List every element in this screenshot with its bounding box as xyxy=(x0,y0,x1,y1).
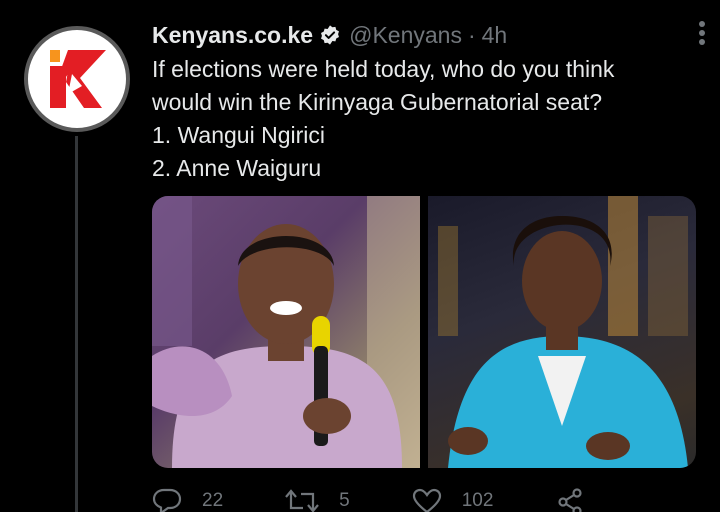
reply-count: 22 xyxy=(202,490,224,511)
photo-left[interactable] xyxy=(152,196,420,468)
tweet-header: Kenyans.co.ke @Kenyans · 4h xyxy=(152,18,702,52)
more-options-icon[interactable] xyxy=(698,20,706,51)
tweet-text: If elections were held today, who do you… xyxy=(152,53,702,185)
tweet-actions: 22 5 102 xyxy=(152,488,622,512)
like-button[interactable]: 102 xyxy=(412,488,494,512)
avatar-column xyxy=(24,26,130,132)
tweet-text-line: 1. Wangui Ngirici xyxy=(152,122,325,148)
like-count: 102 xyxy=(461,490,494,511)
verified-badge-icon xyxy=(319,24,341,46)
separator-dot: · xyxy=(467,21,476,48)
retweet-button[interactable]: 5 xyxy=(285,488,350,512)
display-name[interactable]: Kenyans.co.ke xyxy=(152,22,313,49)
tweet-text-line: would win the Kirinyaga Gubernatorial se… xyxy=(152,89,603,115)
share-icon xyxy=(558,488,583,512)
tweet-media[interactable] xyxy=(152,196,696,468)
reply-icon xyxy=(152,488,182,512)
photo-right[interactable] xyxy=(428,196,696,468)
thread-line xyxy=(75,136,78,512)
tweet-text-line: 2. Anne Waiguru xyxy=(152,155,322,181)
share-button[interactable] xyxy=(555,488,605,512)
reply-button[interactable]: 22 xyxy=(152,488,223,512)
handle[interactable]: @Kenyans xyxy=(349,22,462,49)
avatar[interactable] xyxy=(24,26,130,132)
retweet-count: 5 xyxy=(339,490,350,511)
timestamp[interactable]: 4h xyxy=(482,22,508,49)
kenyans-logo-icon xyxy=(50,50,106,108)
tweet-content: Kenyans.co.ke @Kenyans · 4h If elections… xyxy=(152,18,702,185)
heart-icon xyxy=(412,488,441,512)
tweet-text-line: If elections were held today, who do you… xyxy=(152,56,615,82)
retweet-icon xyxy=(285,489,319,512)
